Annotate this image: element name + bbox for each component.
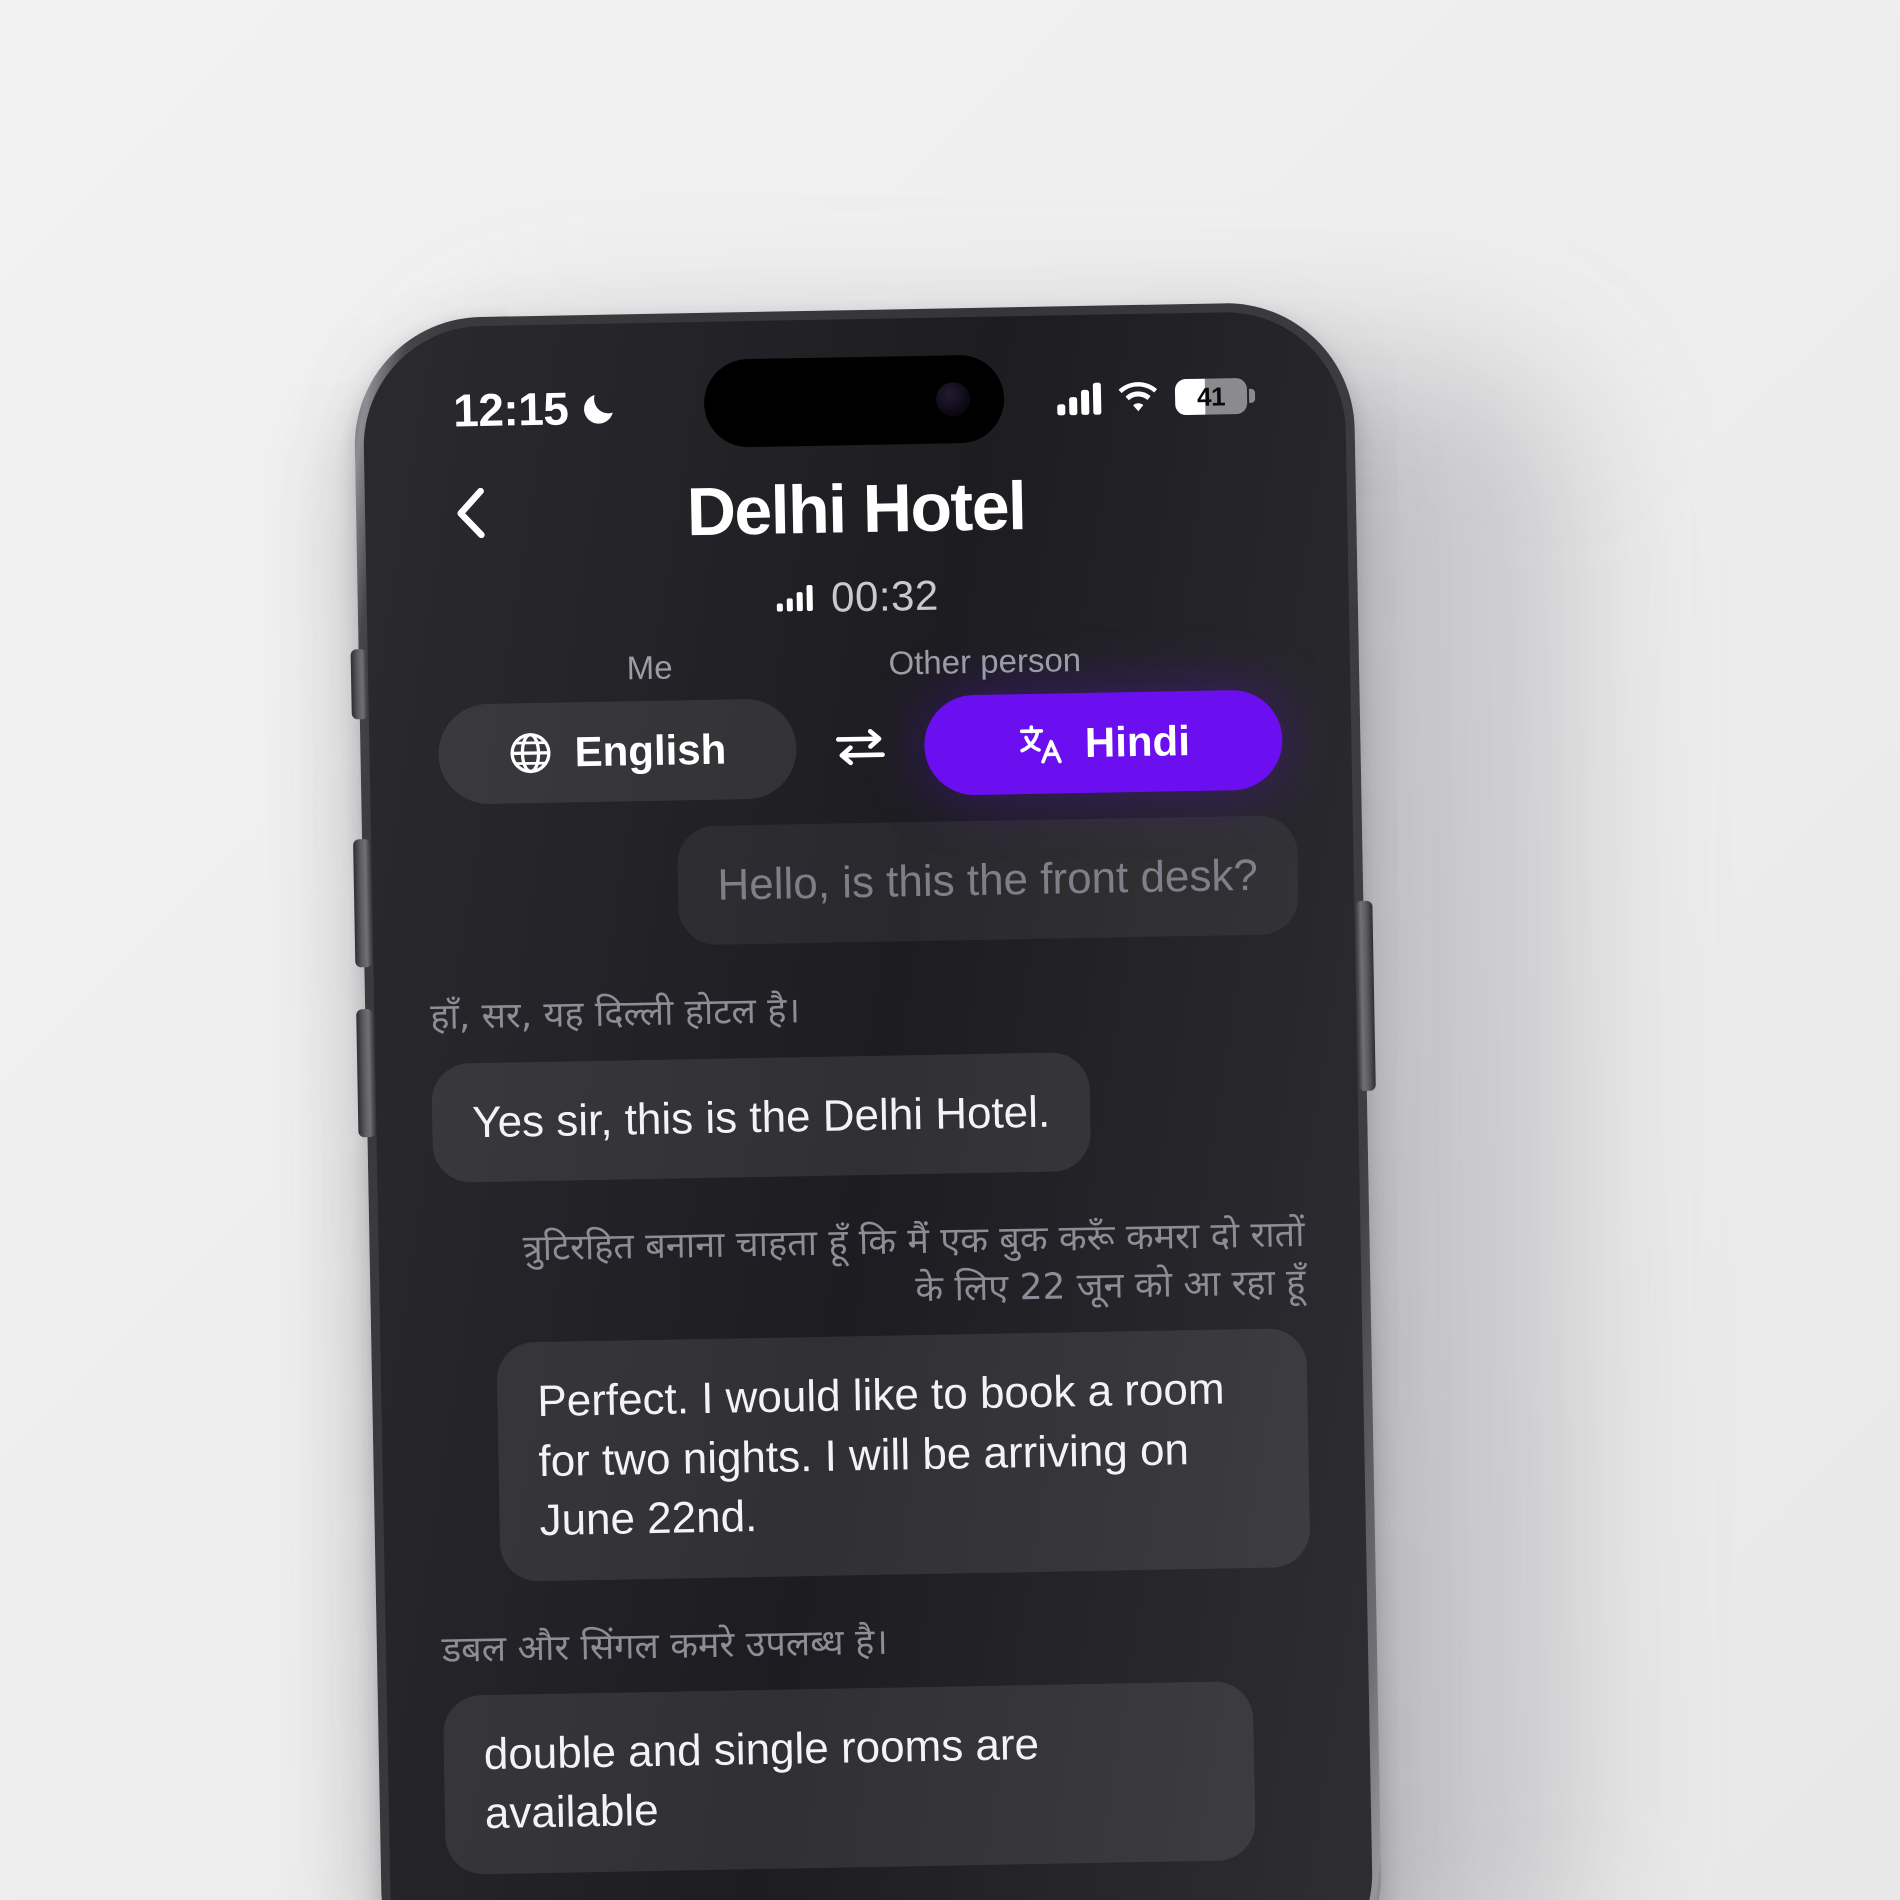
front-camera-icon xyxy=(935,382,971,417)
back-button[interactable] xyxy=(439,482,502,545)
other-person-label: Other person xyxy=(888,641,1082,682)
status-bar-right: 41 xyxy=(1057,377,1256,418)
message-bubble[interactable]: Hello, is this the front desk? xyxy=(676,815,1299,946)
swap-horizontal-icon[interactable] xyxy=(834,724,887,771)
call-status: 00:32 xyxy=(438,565,1277,628)
status-bar-left: 12:15 xyxy=(453,380,619,437)
language-pills: English Hindi xyxy=(381,688,1341,806)
battery-percent-label: 41 xyxy=(1196,380,1226,412)
globe-icon xyxy=(510,733,551,774)
message-translation: डबल और सिंगल कमरे उपलब्ध है। xyxy=(441,1621,889,1671)
status-bar-time: 12:15 xyxy=(452,382,569,437)
message-bubble[interactable]: Yes sir, this is the Delhi Hotel. xyxy=(431,1051,1092,1184)
wifi-icon xyxy=(1118,382,1158,412)
battery-body: 41 xyxy=(1174,377,1248,416)
moon-icon xyxy=(584,395,613,424)
message-bubble[interactable]: double and single rooms are available xyxy=(442,1681,1256,1875)
cellular-signal-icon xyxy=(1057,382,1102,416)
message-translation: त्रुटिरहित बनाना चाहता हूँ कि मैं एक बुक… xyxy=(522,1214,1306,1310)
message-group: ट डेस्क है? Hello, is this the front des… xyxy=(427,730,1299,950)
page-title: Delhi Hotel xyxy=(686,468,1027,551)
call-signal-icon xyxy=(776,584,814,612)
chevron-left-icon xyxy=(457,487,485,539)
battery-cap xyxy=(1248,388,1256,403)
battery-indicator: 41 xyxy=(1174,377,1256,416)
other-language-label: Hindi xyxy=(1084,717,1191,766)
other-language-button[interactable]: Hindi xyxy=(923,689,1284,796)
mute-switch-button[interactable] xyxy=(350,649,368,720)
conversation-transcript: ट डेस्क है? Hello, is this the front des… xyxy=(383,730,1360,1875)
phone-device-frame: 12:15 41 Delhi Hotel 00:32 Me Other pers… xyxy=(350,300,1384,1900)
translate-icon xyxy=(1019,725,1062,764)
my-language-label: English xyxy=(574,725,727,776)
message-translation: हाँ, सर, यह दिल्ली होटल है। xyxy=(429,990,801,1039)
call-duration: 00:32 xyxy=(830,571,940,621)
screenshot-canvas: 12:15 41 Delhi Hotel 00:32 Me Other pers… xyxy=(0,0,1900,1900)
nav-header: Delhi Hotel 00:32 xyxy=(377,466,1338,630)
message-group: डबल और सिंगल कमरे उपलब्ध है। double and … xyxy=(441,1610,1315,1875)
power-button[interactable] xyxy=(1355,900,1376,1091)
message-group: हाँ, सर, यह दिल्ली होटल है। Yes sir, thi… xyxy=(429,978,1303,1184)
language-selector: Me Other person English Hindi xyxy=(380,636,1341,806)
phone-screen: 12:15 41 Delhi Hotel 00:32 Me Other pers… xyxy=(373,322,1363,1900)
my-language-button[interactable]: English xyxy=(437,698,798,805)
me-label: Me xyxy=(626,648,673,687)
dynamic-island xyxy=(703,354,1005,448)
volume-up-button[interactable] xyxy=(353,839,373,968)
message-group: त्रुटिरहित बनाना चाहता हूँ कि मैं एक बुक… xyxy=(434,1211,1311,1582)
message-bubble[interactable]: Perfect. I would like to book a room for… xyxy=(496,1328,1311,1582)
language-labels: Me Other person xyxy=(380,636,1339,692)
volume-down-button[interactable] xyxy=(356,1009,376,1138)
